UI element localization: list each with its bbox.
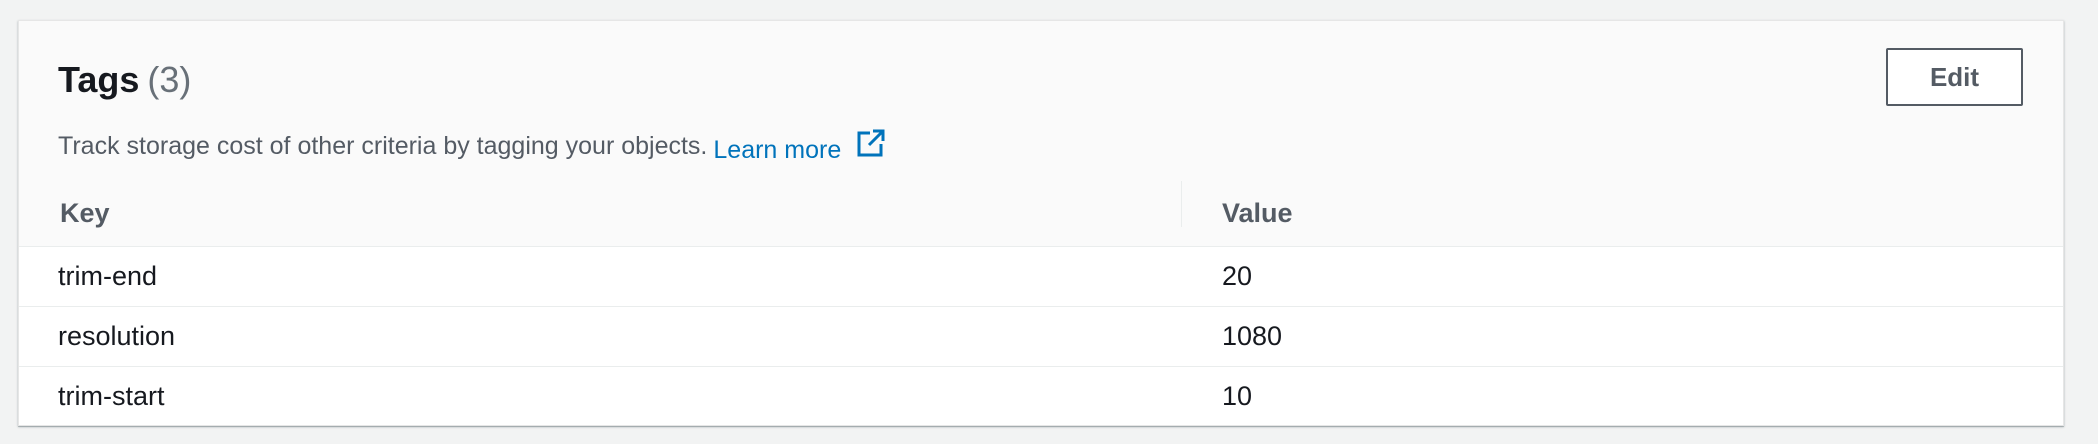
tag-value-cell: 20	[1222, 261, 1253, 291]
tags-table-body: trim-end 20 resolution 1080 trim-start 1…	[19, 247, 2063, 427]
tag-key-cell: resolution	[58, 321, 176, 351]
tag-key-cell: trim-end	[58, 261, 158, 291]
tag-key-cell: trim-start	[58, 381, 165, 411]
panel-description: Track storage cost of other criteria by …	[58, 128, 886, 165]
external-link-icon	[857, 129, 885, 157]
table-row: trim-end 20	[19, 247, 2063, 307]
column-header-value[interactable]: Value	[1222, 181, 1293, 246]
tag-count: (3)	[147, 59, 192, 100]
learn-more-link[interactable]: Learn more	[713, 128, 886, 165]
table-row: resolution 1080	[19, 307, 2063, 367]
table-header: Key Value	[19, 181, 2063, 246]
column-divider[interactable]	[1181, 181, 1182, 227]
tags-panel: Tags (3) Track storage cost of other cri…	[18, 20, 2064, 426]
panel-title-row: Tags (3)	[58, 59, 191, 101]
panel-title: Tags	[58, 59, 140, 100]
learn-more-label: Learn more	[713, 136, 842, 164]
edit-button[interactable]: Edit	[1886, 48, 2023, 106]
table-row: trim-start 10	[19, 367, 2063, 427]
description-text: Track storage cost of other criteria by …	[58, 132, 708, 160]
tag-value-cell: 10	[1222, 381, 1253, 411]
column-header-key[interactable]: Key	[60, 181, 110, 246]
panel-header: Tags (3) Track storage cost of other cri…	[19, 21, 2063, 247]
tag-value-cell: 1080	[1222, 321, 1283, 351]
